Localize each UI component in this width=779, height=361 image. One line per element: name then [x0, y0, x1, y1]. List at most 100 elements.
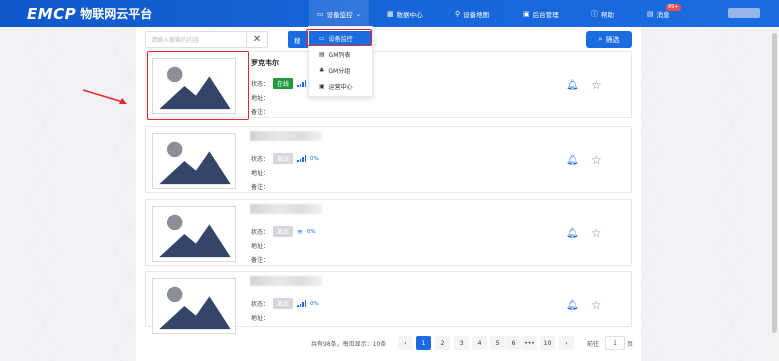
goto-label: 前往: [587, 341, 600, 348]
device-image-placeholder: [152, 278, 236, 334]
dropdown-highlight-box: [306, 29, 372, 46]
brand-subtitle: 物联网云平台: [80, 7, 153, 21]
device-card[interactable]: 状态： 离线 0% 地址： 🔔︎ ☆: [145, 271, 632, 334]
status-row: 状态： 离线 0%: [251, 298, 319, 309]
admin-icon: ▣: [523, 9, 530, 18]
wifi-icon: ≋: [297, 227, 303, 236]
nav-device-monitor[interactable]: ▭ 设备监控 ⌄: [309, 0, 370, 27]
bell-icon[interactable]: 🔔︎: [566, 300, 579, 311]
status-badge: 离线: [273, 153, 294, 164]
nav-label: 设备监控: [326, 10, 353, 19]
goto-page-input[interactable]: 1: [605, 336, 625, 350]
pagination-total: 共有98条，每页显示：10条: [311, 341, 387, 348]
logo[interactable]: EMCP 物联网云平台: [27, 4, 153, 23]
signal-percent: 0%: [310, 155, 319, 162]
goto-suffix: 页: [627, 341, 634, 348]
message-icon: ▤: [647, 9, 654, 18]
list-icon: ▤: [319, 50, 325, 58]
brand-name: EMCP: [27, 4, 77, 23]
address-row: 地址：: [251, 241, 269, 250]
dropdown-item-gm-list[interactable]: ▤ GM列表: [309, 47, 372, 61]
note-label: 备注：: [251, 109, 270, 116]
nav-label: 后台管理: [532, 10, 559, 19]
chevron-down-icon: ⌄: [355, 9, 362, 18]
bell-icon[interactable]: 🔔︎: [566, 228, 579, 239]
signal-icon: [297, 80, 307, 87]
filter-button[interactable]: ⌕ 筛选: [586, 31, 632, 48]
monitor-icon: ▭: [317, 9, 324, 18]
page-button[interactable]: 5: [490, 336, 505, 350]
nav-device-map[interactable]: ⚲ 设备地图: [455, 0, 489, 27]
signal-percent: 0%: [306, 228, 316, 235]
note-row: 备注：: [251, 107, 269, 116]
image-placeholder-icon: [153, 207, 235, 261]
image-placeholder-icon: [153, 279, 235, 333]
note-label: 备注：: [251, 257, 270, 264]
device-name-redacted[interactable]: [250, 204, 322, 214]
page-button[interactable]: 10: [540, 336, 555, 350]
device-image-placeholder: [152, 206, 236, 262]
address-label: 地址：: [251, 170, 270, 177]
page-button[interactable]: 1: [416, 336, 431, 350]
device-name[interactable]: 罗克韦尔: [251, 58, 279, 68]
bell-icon[interactable]: 🔔︎: [566, 80, 579, 91]
status-label: 状态：: [251, 229, 270, 236]
top-navbar: EMCP 物联网云平台 ▭ 设备监控 ⌄ ▦ 数据中心 ⚲ 设备地图 ▣ 后台管…: [0, 0, 779, 27]
star-icon[interactable]: ☆: [591, 78, 602, 92]
data-icon: ▦: [387, 9, 394, 18]
map-pin-icon: ⚲: [455, 9, 461, 18]
message-count-badge: 99+: [666, 4, 681, 11]
note-row: 备注：: [251, 255, 269, 264]
signal-percent: 0%: [310, 300, 319, 307]
device-name-redacted[interactable]: [250, 276, 322, 286]
nav-admin[interactable]: ▣ 后台管理: [523, 0, 559, 27]
device-card[interactable]: 状态： 离线 0% 地址： 备注： 🔔︎ ☆: [145, 126, 632, 193]
device-image-placeholder: [152, 133, 236, 189]
device-name-redacted[interactable]: [250, 131, 322, 141]
search-icon: ⌕: [598, 35, 603, 43]
signal-icon: [297, 155, 307, 162]
star-icon[interactable]: ☆: [591, 226, 602, 240]
dropdown-item-label: GM分组: [328, 67, 351, 75]
address-label: 地址：: [251, 315, 270, 322]
scrollbar-thumb[interactable]: [772, 33, 777, 333]
address-row: 地址：: [251, 93, 269, 102]
help-icon: ⓘ: [591, 9, 598, 18]
nav-help[interactable]: ⓘ 帮助: [591, 0, 614, 27]
nav-data-center[interactable]: ▦ 数据中心: [387, 0, 423, 27]
search-input[interactable]: 请输入搜索的内容 ✕: [145, 31, 268, 48]
status-badge: 离线: [273, 226, 294, 237]
address-row: 地址：: [251, 168, 269, 177]
star-icon[interactable]: ☆: [591, 298, 602, 312]
dropdown-item-label: 运营中心: [328, 83, 353, 91]
dropdown-item-operation-center[interactable]: ▣ 运营中心: [309, 79, 372, 93]
status-row: 状态： 离线 0%: [251, 153, 319, 164]
nav-label: 设备地图: [463, 10, 490, 19]
star-icon[interactable]: ☆: [591, 153, 602, 167]
note-label: 备注：: [251, 184, 270, 191]
status-label: 状态：: [251, 81, 270, 88]
device-card[interactable]: 状态： 离线 ≋ 0% 地址： 备注： 🔔︎ ☆: [145, 199, 632, 266]
group-icon: ♣: [319, 66, 325, 74]
nav-label: 帮助: [601, 10, 614, 19]
address-row: 地址：: [251, 313, 269, 322]
page-ellipsis-button[interactable]: •••: [522, 336, 537, 350]
status-label: 状态：: [251, 301, 270, 308]
page-button[interactable]: 4: [472, 336, 487, 350]
dropdown-item-gm-group[interactable]: ♣ GM分组: [309, 63, 372, 77]
search-placeholder: 请输入搜索的内容: [151, 37, 200, 44]
status-badge: 在线: [273, 78, 294, 89]
prev-page-button[interactable]: ‹: [398, 336, 413, 350]
bell-icon[interactable]: 🔔︎: [566, 155, 579, 166]
user-avatar[interactable]: [728, 8, 760, 18]
highlight-box: [147, 51, 249, 120]
dropdown-item-label: GM列表: [328, 51, 351, 59]
next-page-button[interactable]: ›: [559, 336, 574, 350]
address-label: 地址：: [251, 95, 270, 102]
page-button[interactable]: 2: [435, 336, 450, 350]
page-button[interactable]: 6: [506, 336, 521, 350]
scrollbar[interactable]: [770, 27, 779, 361]
page-button[interactable]: 3: [454, 336, 469, 350]
pagination: 共有98条，每页显示：10条 ‹ 1 2 3 4 5 6 ••• 10 › 前往 1 页: [0, 336, 779, 350]
clear-icon[interactable]: ✕: [246, 31, 267, 48]
